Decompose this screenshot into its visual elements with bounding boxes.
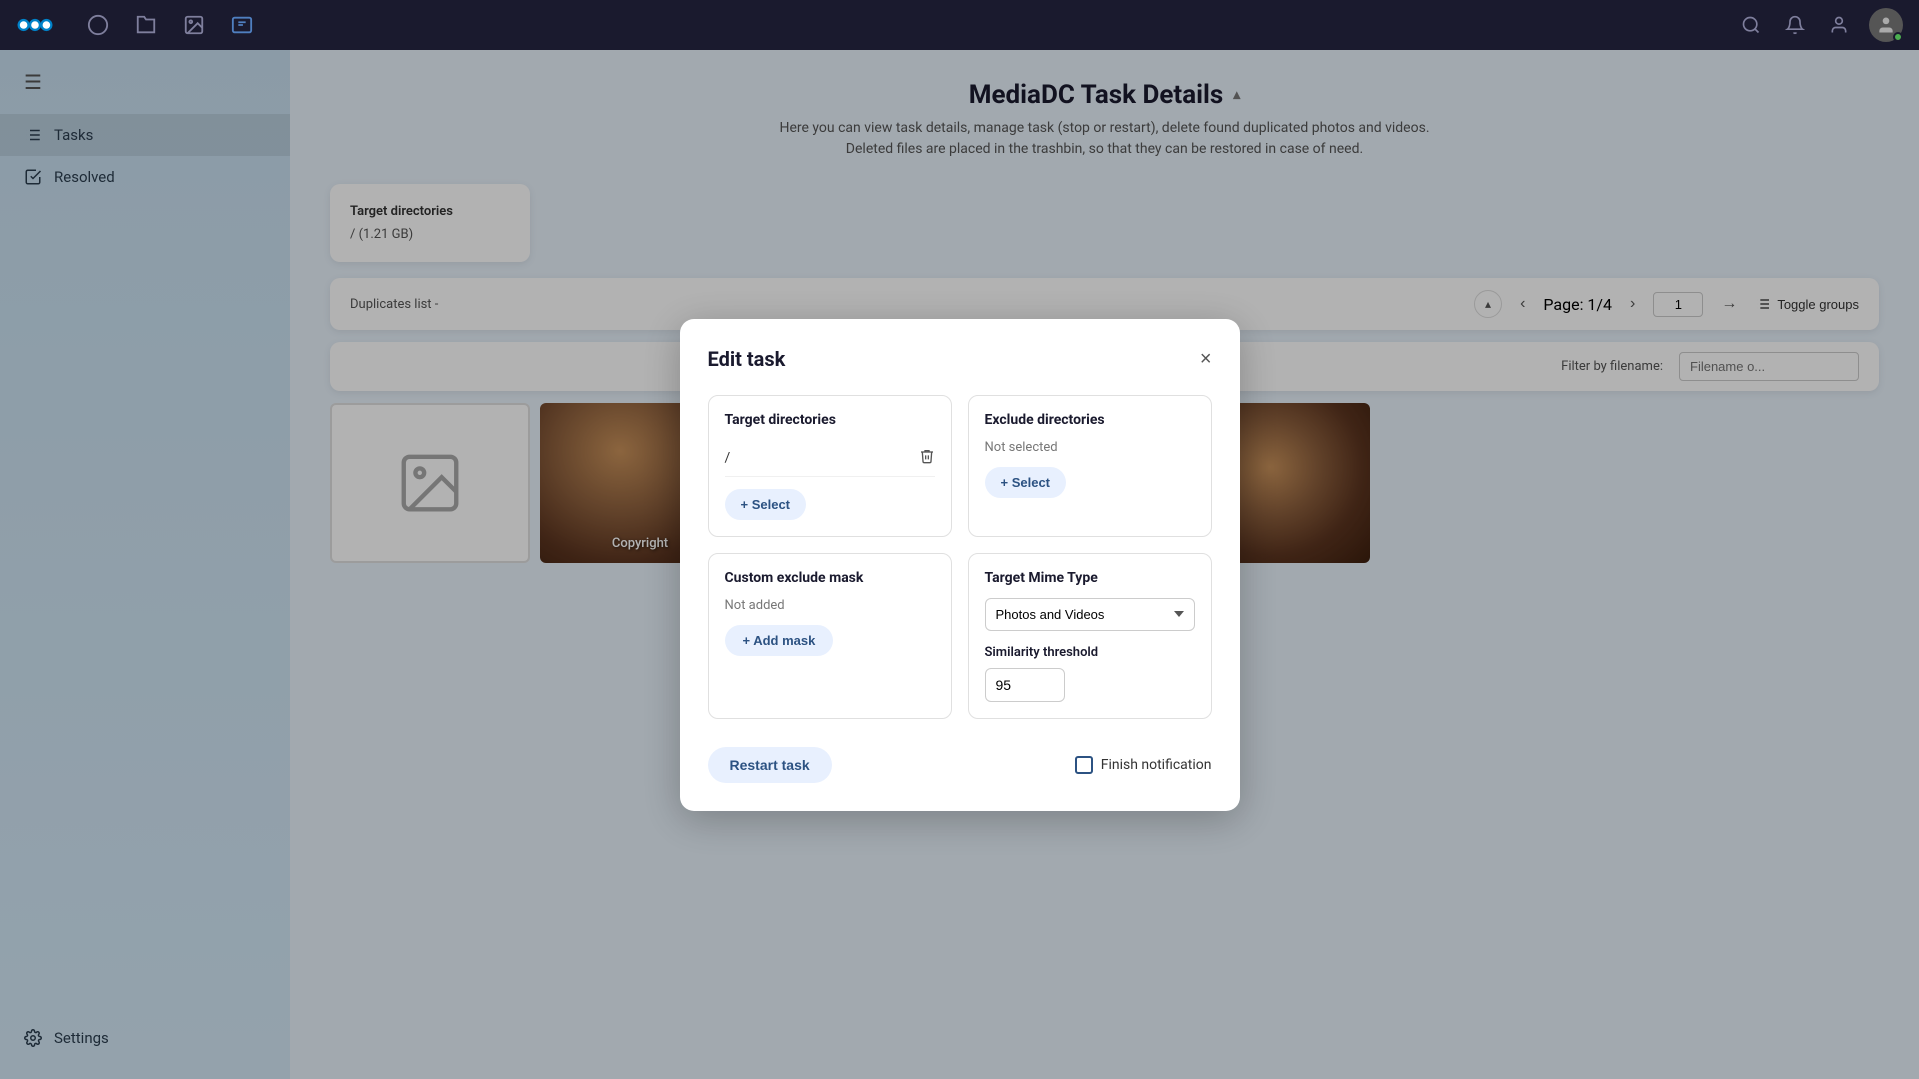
target-dir-section-title: Target directories: [725, 412, 935, 428]
edit-task-modal: Edit task × Target directories / + Selec…: [680, 319, 1240, 811]
similarity-input[interactable]: [985, 668, 1065, 702]
finish-notification-label: Finish notification: [1101, 757, 1212, 773]
home-icon[interactable]: [84, 11, 112, 39]
mediadc-icon[interactable]: [228, 11, 256, 39]
finish-notification-area: Finish notification: [1075, 756, 1212, 774]
modal-title: Edit task: [708, 347, 786, 371]
files-icon[interactable]: [132, 11, 160, 39]
notifications-icon[interactable]: [1781, 11, 1809, 39]
dir-path: /: [725, 450, 731, 466]
search-icon[interactable]: [1737, 11, 1765, 39]
exclude-select-button[interactable]: + Select: [985, 467, 1067, 498]
target-select-button[interactable]: + Select: [725, 489, 807, 520]
mime-type-select[interactable]: Photos and Videos Photos only Videos onl…: [985, 598, 1195, 631]
modal-close-button[interactable]: ×: [1200, 349, 1212, 369]
finish-notification-checkbox[interactable]: [1075, 756, 1093, 774]
online-status-dot: [1893, 32, 1903, 42]
not-added-text: Not added: [725, 598, 935, 613]
mime-type-section: Target Mime Type Photos and Videos Photo…: [968, 553, 1212, 719]
target-directories-section: Target directories / + Select: [708, 395, 952, 537]
similarity-label: Similarity threshold: [985, 645, 1195, 660]
photos-icon[interactable]: [180, 11, 208, 39]
modal-overlay: Edit task × Target directories / + Selec…: [0, 50, 1919, 1079]
app-logo[interactable]: [16, 6, 54, 44]
not-selected-text: Not selected: [985, 440, 1195, 455]
modal-footer: Restart task Finish notification: [708, 739, 1212, 783]
custom-mask-section: Custom exclude mask Not added + Add mask: [708, 553, 952, 719]
modal-header: Edit task ×: [708, 347, 1212, 371]
exclude-directories-section: Exclude directories Not selected + Selec…: [968, 395, 1212, 537]
mime-type-title: Target Mime Type: [985, 570, 1195, 586]
nav-right-area: [1737, 8, 1903, 42]
avatar[interactable]: [1869, 8, 1903, 42]
add-mask-button[interactable]: + Add mask: [725, 625, 834, 656]
modal-sections: Target directories / + Select Exclude di…: [708, 395, 1212, 719]
restart-task-button[interactable]: Restart task: [708, 747, 832, 783]
directory-item: /: [725, 440, 935, 477]
delete-dir-icon[interactable]: [919, 448, 935, 468]
top-navigation: [0, 0, 1919, 50]
exclude-dir-section-title: Exclude directories: [985, 412, 1195, 428]
contacts-icon[interactable]: [1825, 11, 1853, 39]
custom-mask-title: Custom exclude mask: [725, 570, 935, 586]
